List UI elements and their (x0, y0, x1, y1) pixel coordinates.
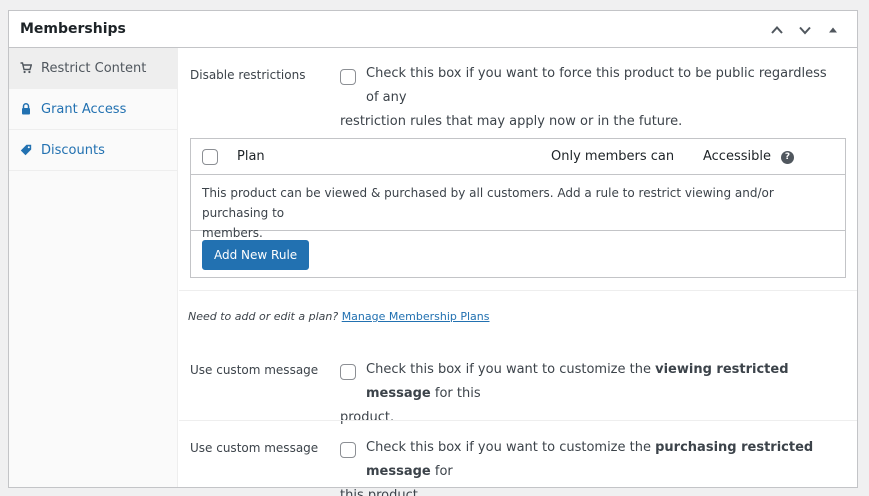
description-line: Check this box if you want to customize … (340, 358, 840, 406)
plan-note: Need to add or edit a plan? Manage Membe… (188, 310, 490, 323)
lock-icon (20, 102, 32, 116)
cart-icon (20, 61, 32, 75)
description-line: product. (340, 410, 395, 425)
description-line: restriction rules that may apply now or … (340, 114, 683, 129)
disable-restrictions-label: Disable restrictions (190, 68, 306, 82)
column-accessible: Accessible (703, 149, 771, 164)
sidebar-item-restrict-content[interactable]: Restrict Content (9, 48, 177, 89)
manage-membership-plans-link[interactable]: Manage Membership Plans (342, 310, 490, 323)
custom-view-message-label: Use custom message (190, 363, 319, 377)
column-plan: Plan (237, 149, 265, 164)
description-line: Check this box if you want to force this… (366, 66, 827, 105)
sidebar-item-label: Grant Access (41, 101, 127, 117)
description-text: Check this box if you want to customize … (366, 440, 651, 455)
header-controls (763, 11, 847, 48)
chevron-up-icon[interactable] (763, 16, 791, 44)
sidebar-tabs: Restrict Content Grant Access Discounts (9, 48, 178, 487)
rules-table-header: Plan Only members can Accessible ? (191, 139, 845, 175)
sidebar-item-label: Discounts (41, 142, 105, 158)
description-line: Check this box if you want to customize … (340, 436, 840, 484)
sidebar-item-label: Restrict Content (41, 60, 147, 76)
metabox-title: Memberships (20, 21, 126, 37)
tag-icon (20, 143, 32, 157)
description-text: for (434, 464, 453, 479)
chevron-down-icon[interactable] (791, 16, 819, 44)
description-line: this product. (340, 488, 422, 496)
divider (179, 420, 857, 421)
sidebar-item-discounts[interactable]: Discounts (9, 130, 177, 171)
add-new-rule-button[interactable]: Add New Rule (202, 240, 310, 270)
custom-purchase-message-label: Use custom message (190, 441, 319, 455)
metabox-header: Memberships (9, 11, 857, 48)
memberships-metabox: Memberships Restrict Content Grant Acces… (8, 10, 858, 496)
select-all-rules-checkbox[interactable] (202, 149, 218, 165)
plan-note-text: Need to add or edit a plan? (188, 310, 339, 323)
description-text: for this (434, 386, 481, 401)
restriction-rules-table: Plan Only members can Accessible ? This … (190, 138, 846, 278)
disable-restrictions-description: Check this box if you want to force this… (340, 62, 840, 134)
empty-message-line: This product can be viewed & purchased b… (202, 186, 774, 220)
rules-empty-message: This product can be viewed & purchased b… (191, 175, 845, 240)
sidebar-item-grant-access[interactable]: Grant Access (9, 89, 177, 130)
collapse-arrow-icon[interactable] (819, 16, 847, 44)
description-text: Check this box if you want to customize … (366, 362, 651, 377)
help-icon[interactable]: ? (781, 151, 794, 164)
custom-purchase-message-description: Check this box if you want to customize … (340, 436, 840, 496)
column-only-members: Only members can (551, 149, 675, 164)
divider (179, 290, 857, 291)
